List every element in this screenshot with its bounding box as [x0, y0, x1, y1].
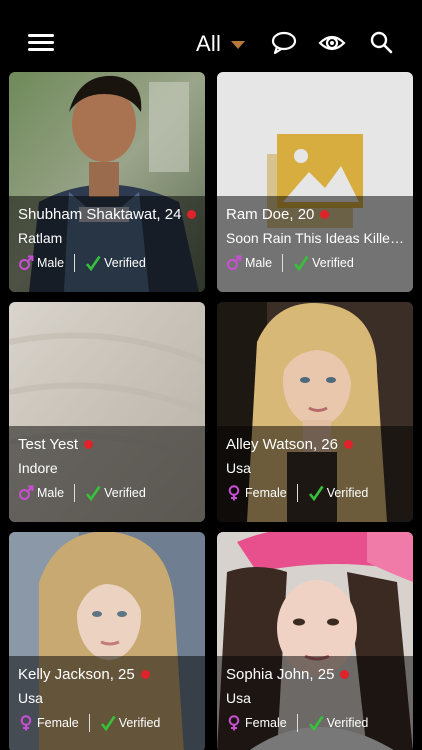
- top-bar: All: [0, 0, 422, 66]
- eye-icon[interactable]: [318, 30, 346, 56]
- profile-tags: Male Verified: [226, 254, 354, 272]
- profile-city: Ratlam: [18, 230, 63, 246]
- search-icon[interactable]: [368, 30, 396, 56]
- filter-dropdown[interactable]: All: [196, 30, 246, 58]
- profile-card[interactable]: Ram Doe, 20 Soon Rain This Ideas Killed.…: [217, 72, 413, 292]
- name-row: Kelly Jackson, 25: [18, 666, 150, 683]
- gender-label: Female: [245, 716, 287, 730]
- female-icon: [20, 715, 32, 731]
- verified-label: Verified: [326, 716, 369, 730]
- profile-name: Ram Doe, 20: [226, 206, 315, 223]
- menu-icon[interactable]: [28, 34, 54, 52]
- male-icon: [19, 485, 34, 500]
- verified-label: Verified: [312, 256, 354, 270]
- online-status-dot: [84, 440, 94, 449]
- profile-card[interactable]: Alley Watson, 26 Usa Female Verified: [217, 302, 413, 522]
- verified-label: Verified: [326, 486, 369, 500]
- check-icon: [86, 255, 101, 271]
- gender-label: Female: [37, 716, 79, 730]
- check-icon: [294, 255, 309, 271]
- profile-tags: Female Verified: [18, 714, 160, 732]
- profile-name: Shubham Shaktawat, 24: [18, 206, 182, 223]
- card-info: Shubham Shaktawat, 24 Ratlam Male Verifi…: [18, 196, 197, 292]
- female-icon: [228, 485, 240, 501]
- card-info: Sophia John, 25 Usa Female Verified: [226, 656, 405, 750]
- male-icon: [19, 255, 34, 270]
- card-info: Kelly Jackson, 25 Usa Female Verified: [18, 656, 197, 750]
- name-row: Alley Watson, 26: [226, 436, 353, 453]
- profile-tags: Male Verified: [18, 484, 146, 502]
- gender-label: Male: [245, 256, 273, 270]
- profile-city: Indore: [18, 460, 58, 476]
- gender-label: Female: [245, 486, 287, 500]
- chat-icon[interactable]: [270, 30, 298, 56]
- verified-label: Verified: [104, 486, 146, 500]
- profile-tags: Female Verified: [226, 484, 368, 502]
- online-status-dot: [344, 440, 353, 449]
- profile-card[interactable]: Test Yest Indore Male Verified: [9, 302, 205, 522]
- profile-city: Usa: [226, 690, 251, 706]
- divider: [74, 484, 76, 502]
- online-status-dot: [320, 210, 330, 219]
- online-status-dot: [340, 670, 350, 679]
- divider: [296, 714, 298, 732]
- check-icon: [100, 715, 116, 731]
- card-info: Ram Doe, 20 Soon Rain This Ideas Killed.…: [226, 196, 406, 292]
- name-row: Test Yest: [18, 436, 94, 453]
- gender-label: Male: [37, 256, 65, 270]
- profile-name: Alley Watson, 26: [226, 436, 338, 453]
- profile-city: Usa: [226, 460, 251, 476]
- online-status-dot: [140, 670, 150, 679]
- profile-tags: Male Verified: [18, 254, 146, 272]
- divider: [88, 714, 90, 732]
- verified-label: Verified: [118, 716, 161, 730]
- profile-card[interactable]: Shubham Shaktawat, 24 Ratlam Male Verifi…: [9, 72, 205, 292]
- profile-city: Usa: [18, 690, 43, 706]
- profile-name: Kelly Jackson, 25: [18, 666, 135, 683]
- check-icon: [308, 485, 324, 501]
- female-icon: [228, 715, 240, 731]
- name-row: Sophia John, 25: [226, 666, 350, 683]
- verified-label: Verified: [104, 256, 146, 270]
- profile-card[interactable]: Kelly Jackson, 25 Usa Female Verified: [9, 532, 205, 750]
- profile-card[interactable]: Sophia John, 25 Usa Female Verified: [217, 532, 413, 750]
- chevron-down-icon: [231, 41, 246, 49]
- check-icon: [308, 715, 324, 731]
- profile-tags: Female Verified: [226, 714, 368, 732]
- profile-name: Test Yest: [18, 436, 79, 453]
- card-info: Test Yest Indore Male Verified: [18, 426, 197, 522]
- divider: [282, 254, 284, 272]
- filter-label: All: [196, 31, 222, 56]
- name-row: Shubham Shaktawat, 24: [18, 206, 197, 223]
- gender-label: Male: [37, 486, 65, 500]
- name-row: Ram Doe, 20: [226, 206, 330, 223]
- profile-name: Sophia John, 25: [226, 666, 335, 683]
- divider: [74, 254, 76, 272]
- card-info: Alley Watson, 26 Usa Female Verified: [226, 426, 405, 522]
- divider: [296, 484, 298, 502]
- male-icon: [227, 255, 242, 270]
- online-status-dot: [187, 210, 197, 219]
- check-icon: [86, 485, 101, 501]
- profile-city: Soon Rain This Ideas Killed...: [226, 230, 406, 246]
